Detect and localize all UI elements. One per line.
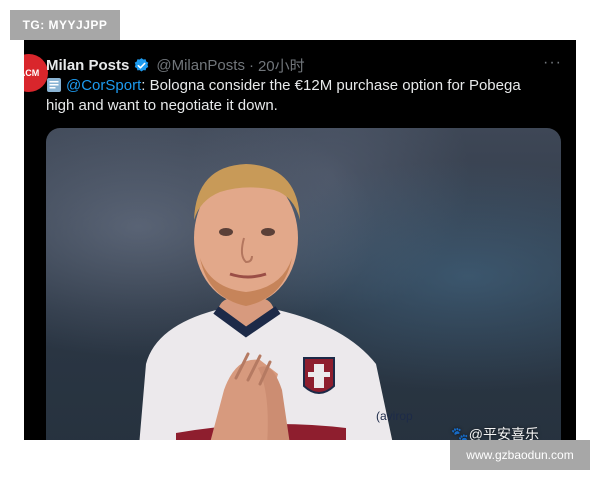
more-icon[interactable]: ··· <box>543 54 562 72</box>
author-handle[interactable]: @MilanPosts <box>156 57 245 74</box>
mention-link[interactable]: @CorSport <box>66 77 141 94</box>
tweet-media[interactable]: (avirop 🐾@平安喜乐 <box>46 128 561 440</box>
media-watermark: 🐾@平安喜乐 <box>451 426 539 440</box>
time-separator: · <box>248 56 254 74</box>
tweet-header: Milan Posts @MilanPosts · 20小时 <box>46 54 305 76</box>
tweet-text: @CorSport: Bologna consider the €12M pur… <box>46 76 546 116</box>
svg-text:(avirop: (avirop <box>376 409 413 423</box>
tweet-card[interactable]: ACM Milan Posts @MilanPosts · 20小时 ··· @… <box>24 40 576 440</box>
tg-tag-overlay: TG: MYYJJPP <box>10 10 120 40</box>
player-photo: (avirop <box>139 164 413 440</box>
author-name[interactable]: Milan Posts <box>46 57 129 74</box>
tweet-timestamp[interactable]: 20小时 <box>258 55 305 76</box>
site-watermark: www.gzbaodun.com <box>450 440 590 470</box>
document-icon <box>47 78 61 92</box>
avatar[interactable]: ACM <box>24 54 48 92</box>
verified-badge-icon <box>133 57 150 74</box>
